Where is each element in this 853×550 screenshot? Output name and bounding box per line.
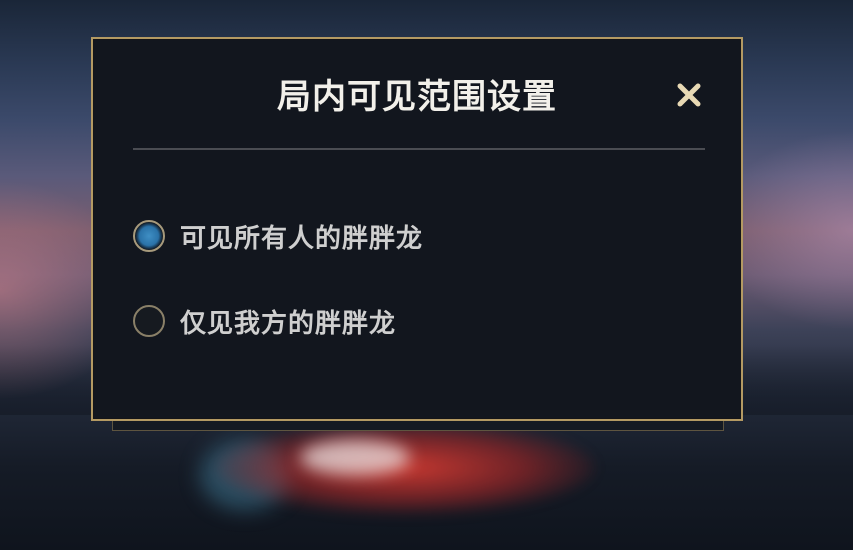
option-visible-all[interactable]: 可见所有人的胖胖龙 [133,216,423,256]
option-label: 可见所有人的胖胖龙 [180,223,424,254]
option-label: 仅见我方的胖胖龙 [180,308,397,339]
title-divider [133,148,705,150]
radio-button-unselected[interactable] [133,305,165,337]
option-visible-own-team[interactable]: 仅见我方的胖胖龙 [133,301,396,341]
background-white-blob [300,440,410,475]
close-icon [677,83,701,107]
background-red-blob [215,420,595,515]
radio-button-selected[interactable] [133,220,165,252]
visibility-settings-dialog: 局内可见范围设置 可见所有人的胖胖龙 仅见我方的胖胖龙 [91,37,743,421]
dialog-title: 局内可见范围设置 [277,77,557,117]
close-button[interactable] [671,77,707,113]
